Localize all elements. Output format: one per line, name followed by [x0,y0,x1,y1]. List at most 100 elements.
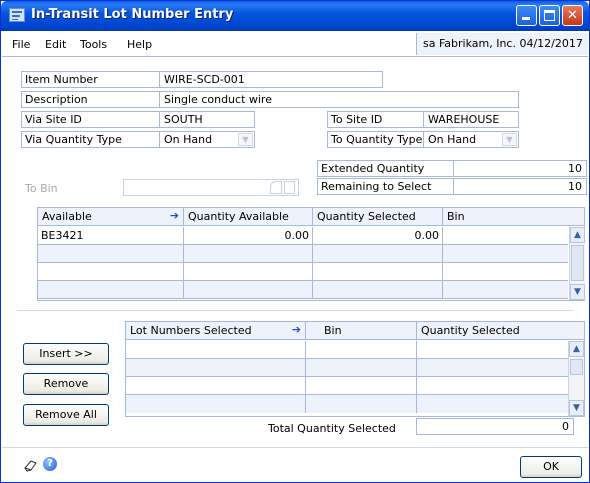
scroll-down-icon[interactable]: ▼ [570,284,585,300]
item-number-field[interactable]: WIRE-SCD-001 [159,71,383,88]
arrow-right-icon[interactable]: ➔ [170,209,179,222]
expansion-icon[interactable] [284,181,295,194]
menu-edit[interactable]: Edit [45,38,66,51]
menu-edit-label: Edit [45,38,67,51]
menu-bar: File Edit Tools Help sa Fabrikam, Inc. 0… [2,31,588,57]
col-lot-numbers-selected-label: Lot Numbers Selected [130,324,252,337]
bin-cell [443,245,568,263]
lot-number-cell[interactable] [126,341,306,359]
via-site-label: Via Site ID [21,111,159,128]
lot-number-cell[interactable] [38,263,184,281]
bin-cell [306,395,417,413]
available-grid-scrollbar[interactable]: ▲ ▼ [569,227,585,300]
menu-help-label: Help [127,38,153,51]
menu-file[interactable]: File [12,38,30,51]
chevron-down-icon[interactable]: ▼ [238,133,253,146]
chevron-down-icon[interactable]: ▼ [502,133,517,146]
table-row[interactable] [126,395,568,413]
to-bin-label: To Bin [25,182,58,195]
to-qty-type-value: On Hand [428,133,477,146]
close-icon: ✕ [567,8,578,23]
table-row[interactable] [126,341,568,359]
note-icon[interactable] [23,458,39,472]
remove-button[interactable]: Remove [23,373,109,395]
divider [17,310,573,311]
qty-selected-cell [417,359,568,377]
to-qty-type-select[interactable]: On Hand ▼ [423,131,519,148]
selected-grid-header: Lot Numbers Selected ➔ Bin Quantity Sele… [126,322,584,340]
selected-grid-scrollbar[interactable]: ▲ ▼ [568,341,584,416]
total-qty-label: Total Quantity Selected [268,422,396,435]
lot-number-cell[interactable] [38,281,184,299]
description-field[interactable]: Single conduct wire [159,91,519,108]
table-row[interactable] [126,359,568,377]
table-row[interactable] [126,377,568,395]
via-qty-type-select[interactable]: On Hand ▼ [159,131,255,148]
app-icon [9,8,25,22]
col-qty-selected: Quantity Selected [421,324,520,337]
qty-selected-cell [417,395,568,413]
table-row[interactable] [38,245,568,263]
available-grid: Available ➔ Quantity Available Quantity … [37,207,585,301]
table-row[interactable]: BE3421 0.00 0.00 [38,227,568,245]
menu-file-label: File [12,38,31,51]
insert-button[interactable]: Insert >> [23,343,109,365]
table-row[interactable] [38,281,568,299]
qty-selected-cell [417,377,568,395]
scroll-thumb[interactable] [570,359,583,375]
scroll-down-icon[interactable]: ▼ [569,400,584,416]
maximize-button[interactable] [539,5,560,26]
col-available[interactable]: Available ➔ [38,208,184,226]
lot-number-cell[interactable] [38,245,184,263]
col-lot-numbers-selected[interactable]: Lot Numbers Selected ➔ [126,322,306,340]
menu-tools-label: Tools [80,38,108,51]
to-site-field[interactable]: WAREHOUSE [423,111,519,128]
remove-all-button[interactable]: Remove All [23,404,109,426]
lookup-icon[interactable] [270,181,282,194]
description-label: Description [21,91,159,108]
item-number-label: Item Number [21,71,159,88]
col-qty-selected: Quantity Selected [313,208,443,226]
col-bin: Bin [447,210,465,223]
menu-tools[interactable]: Tools [80,38,107,51]
lot-number-cell[interactable] [126,359,306,377]
arrow-right-icon[interactable]: ➔ [292,323,301,336]
bin-cell [306,377,417,395]
qty-selected-cell[interactable] [313,263,443,281]
lot-number-cell[interactable] [126,377,306,395]
ok-button[interactable]: OK [520,456,582,478]
window: In-Transit Lot Number Entry ✕ File Edit … [0,0,590,483]
qty-selected-cell[interactable]: 0.00 [313,227,443,245]
col-bin: Bin [306,322,417,340]
table-row[interactable] [38,263,568,281]
help-icon[interactable]: ? [43,457,57,471]
bin-cell [443,227,568,245]
to-site-label: To Site ID [327,111,423,128]
via-qty-type-value: On Hand [164,133,213,146]
to-qty-type-label: To Quantity Type [327,131,423,148]
lot-number-cell[interactable]: BE3421 [38,227,184,245]
bin-cell [306,359,417,377]
remaining-label: Remaining to Select [317,178,453,195]
qty-selected-cell[interactable] [313,281,443,299]
window-title: In-Transit Lot Number Entry [31,7,234,22]
qty-selected-cell [417,341,568,359]
menu-help[interactable]: Help [127,38,152,51]
qty-selected-cell[interactable] [313,245,443,263]
selected-grid: Lot Numbers Selected ➔ Bin Quantity Sele… [125,321,585,417]
to-bin-field[interactable] [123,179,299,196]
via-site-field[interactable]: SOUTH [159,111,255,128]
title-bar[interactable]: In-Transit Lot Number Entry ✕ [1,1,589,31]
lot-number-cell[interactable] [126,395,306,413]
scroll-up-icon[interactable]: ▲ [570,227,585,243]
qty-available-cell [184,281,313,299]
scroll-up-icon[interactable]: ▲ [569,341,584,357]
scroll-thumb[interactable] [571,245,584,281]
total-qty-field: 0 [416,418,574,435]
minimize-button[interactable] [516,5,537,26]
extended-qty-label: Extended Quantity [317,160,453,177]
close-button[interactable]: ✕ [562,5,583,26]
company-date: sa Fabrikam, Inc. 04/12/2017 [416,33,588,55]
bin-cell [443,281,568,299]
qty-available-cell [184,245,313,263]
